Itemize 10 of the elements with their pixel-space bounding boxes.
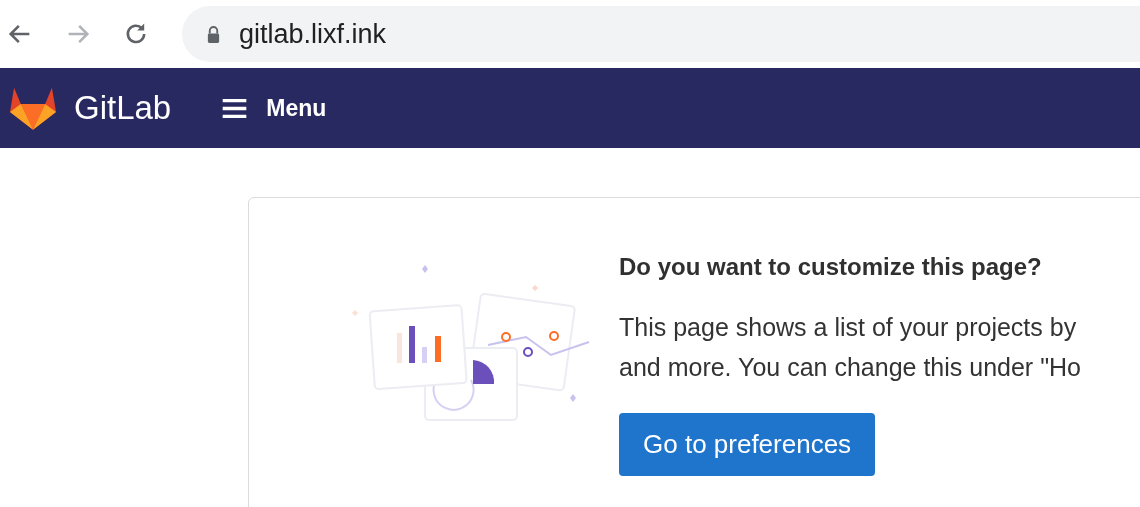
menu-button[interactable]: Menu bbox=[221, 94, 327, 122]
address-bar[interactable]: gitlab.lixf.ink bbox=[182, 6, 1140, 62]
lock-icon bbox=[206, 24, 221, 44]
preferences-button[interactable]: Go to preferences bbox=[619, 413, 876, 476]
brand-name[interactable]: GitLab bbox=[74, 89, 172, 127]
card-heading: Do you want to customize this page? bbox=[619, 253, 1042, 281]
url-text: gitlab.lixf.ink bbox=[239, 18, 387, 50]
menu-icon bbox=[221, 97, 249, 119]
description-text: This page shows a list of your projects by bbox=[619, 312, 1078, 343]
description-text: and more. You can change this under "Ho bbox=[619, 352, 1081, 383]
